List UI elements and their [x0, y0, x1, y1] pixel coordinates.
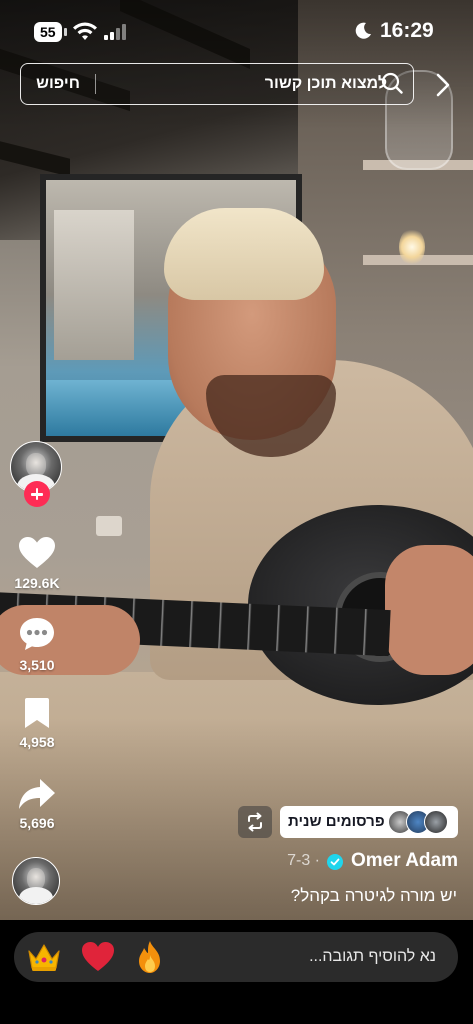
- comment-action[interactable]: 3,510: [6, 616, 68, 673]
- video-vignette: [0, 0, 473, 920]
- save-count: 4,958: [19, 734, 55, 750]
- verified-badge-icon: [327, 854, 343, 870]
- heart-emoji-icon[interactable]: [80, 939, 116, 975]
- reposts-pill[interactable]: 3 פרסומים שנית: [280, 806, 458, 838]
- bookmark-icon[interactable]: [22, 697, 52, 729]
- crown-emoji-icon[interactable]: [26, 939, 62, 975]
- back-chevron-icon[interactable]: [432, 72, 454, 98]
- save-action[interactable]: 4,958: [6, 697, 68, 750]
- comment-count: 3,510: [19, 657, 55, 673]
- cellular-signal-icon: [104, 24, 126, 40]
- sound-avatar[interactable]: [12, 857, 60, 905]
- share-action[interactable]: 5,696: [6, 778, 68, 831]
- status-bar: 55 16:29: [0, 0, 473, 62]
- search-divider: [95, 74, 96, 94]
- fire-emoji-icon[interactable]: [132, 939, 168, 975]
- search-input[interactable]: למצוא תוכן קשור: [109, 64, 387, 103]
- comment-input[interactable]: נא להוסיף תגובה...: [14, 932, 458, 982]
- repost-button[interactable]: [238, 806, 272, 838]
- status-time: 16:29: [380, 19, 434, 42]
- comment-bubble-icon[interactable]: [18, 616, 56, 652]
- share-count: 5,696: [19, 815, 55, 831]
- battery-indicator: 55: [34, 22, 67, 42]
- wifi-icon: [73, 22, 97, 40]
- post-date: 7-3 ·: [287, 852, 320, 870]
- post-date-value: 7-3: [287, 852, 311, 869]
- do-not-disturb-moon-icon: [355, 22, 371, 39]
- author-row[interactable]: Omer Adam 7-3 ·: [280, 850, 460, 874]
- search-bar[interactable]: חיפוש למצוא תוכן קשור: [20, 63, 414, 105]
- search-icon: [381, 72, 403, 94]
- repost-user-avatar: [424, 810, 448, 834]
- like-action[interactable]: 129.6K: [6, 536, 68, 591]
- heart-icon[interactable]: [18, 536, 56, 570]
- post-caption: יש מורה לגיטרה בקהל?: [290, 886, 457, 905]
- reposts-label: 3 פרסומים שנית: [288, 813, 397, 830]
- comment-area: נא להוסיף תגובה...: [0, 920, 473, 1024]
- follow-plus-button[interactable]: [24, 481, 50, 507]
- share-arrow-icon[interactable]: [18, 778, 56, 810]
- repost-icon: [248, 812, 262, 832]
- video-player[interactable]: [0, 0, 473, 920]
- comment-placeholder[interactable]: נא להוסיף תגובה...: [309, 932, 436, 982]
- post-date-separator: ·: [314, 852, 320, 869]
- like-count: 129.6K: [14, 575, 60, 591]
- search-button[interactable]: חיפוש: [21, 64, 95, 103]
- author-name[interactable]: Omer Adam: [351, 850, 458, 872]
